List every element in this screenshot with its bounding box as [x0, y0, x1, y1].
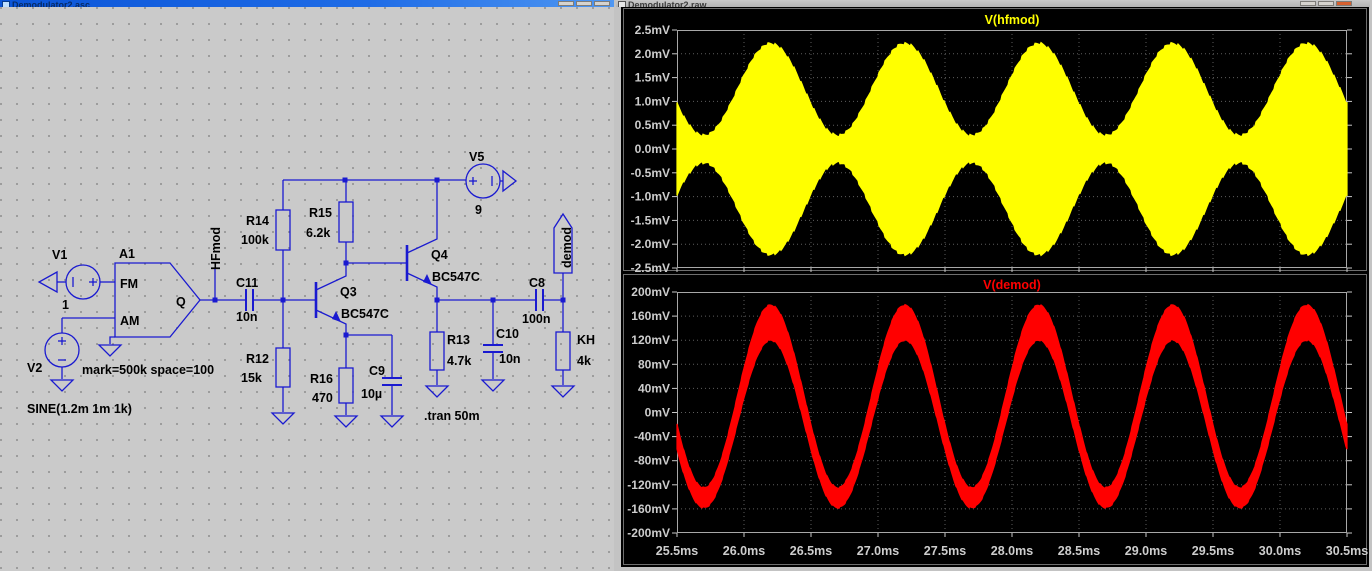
label-r15-value[interactable]: 6.2k: [306, 226, 330, 240]
label-r12-ref[interactable]: R12: [246, 352, 269, 366]
label-tran-directive[interactable]: .tran 50m: [424, 409, 480, 423]
label-r13-value[interactable]: 4.7k: [447, 354, 471, 368]
schematic-canvas[interactable]: V1 1 A1 FM AM Q mark=500k space=100 V2 S…: [0, 7, 614, 571]
y-tick-label: 160mV: [631, 309, 670, 323]
pane-title: V(hfmod): [985, 13, 1040, 27]
y-tick-label: -0.5mV: [631, 166, 670, 180]
y-tick-label: 200mV: [631, 285, 670, 299]
y-tick-label: -40mV: [634, 430, 670, 444]
label-r16-value[interactable]: 470: [312, 391, 333, 405]
label-a1-pin-q: Q: [176, 295, 186, 309]
y-tick-label: 0mV: [645, 406, 670, 420]
x-tick-label: 28.5ms: [1058, 544, 1100, 558]
close-button[interactable]: [594, 1, 610, 6]
schematic-titlebar[interactable]: Demodulator2.asc: [0, 0, 614, 7]
label-v2-ref[interactable]: V2: [27, 361, 42, 375]
y-tick-label: 80mV: [638, 357, 670, 371]
label-r12-value[interactable]: 15k: [241, 371, 262, 385]
label-a1-pin-am: AM: [120, 314, 139, 328]
label-c8-ref[interactable]: C8: [529, 276, 545, 290]
label-q3-ref[interactable]: Q3: [340, 285, 357, 299]
label-kh-ref[interactable]: KH: [577, 333, 595, 347]
label-q4-ref[interactable]: Q4: [431, 248, 448, 262]
label-c8-value[interactable]: 100n: [522, 312, 551, 326]
y-tick-label: -200mV: [627, 526, 670, 540]
x-tick-label: 26.0ms: [723, 544, 765, 558]
waveform-window: Demodulator2.raw 2.5mV 2.0mV 1.5mV 1.0mV 0.5…: [614, 0, 1372, 571]
label-c10-value[interactable]: 10n: [499, 352, 521, 366]
schematic-drawing: V1 1 A1 FM AM Q mark=500k space=100 V2 S…: [0, 7, 614, 571]
label-r15-ref[interactable]: R15: [309, 206, 332, 220]
label-kh-value[interactable]: 4k: [577, 354, 591, 368]
close-button[interactable]: [1336, 1, 1352, 6]
net-label-demod[interactable]: demod: [560, 227, 574, 268]
y-tick-label: -120mV: [627, 478, 670, 492]
pane-title: V(demod): [983, 278, 1041, 292]
label-c11-value[interactable]: 10n: [236, 310, 258, 324]
y-tick-label: 120mV: [631, 333, 670, 347]
x-tick-label: 29.0ms: [1125, 544, 1167, 558]
x-tick-label: 27.0ms: [857, 544, 899, 558]
minimize-button[interactable]: [1300, 1, 1316, 6]
y-tick-label: 0.0mV: [635, 142, 670, 156]
label-a1-param[interactable]: mark=500k space=100: [82, 363, 214, 377]
trace-vdemod: [677, 305, 1347, 509]
y-tick-label: -80mV: [634, 454, 670, 468]
y-tick-label: 40mV: [638, 381, 670, 395]
y-tick-label: 2.0mV: [635, 47, 670, 61]
waveform-titlebar[interactable]: Demodulator2.raw: [616, 0, 1370, 7]
schematic-window: Demodulator2.asc V1 1 A1 FM AM Q mark=50…: [0, 0, 614, 571]
maximize-button[interactable]: [576, 1, 592, 6]
waveform-client-area: 2.5mV 2.0mV 1.5mV 1.0mV 0.5mV 0.0mV -0.5mV -1.0…: [621, 7, 1369, 567]
label-v5-ref[interactable]: V5: [469, 150, 484, 164]
label-a1-ref[interactable]: A1: [119, 247, 135, 261]
y-tick-label: 2.5mV: [635, 23, 670, 37]
x-tick-label: 30.0ms: [1259, 544, 1301, 558]
label-v5-value[interactable]: 9: [475, 203, 482, 217]
ltspice-desktop: Demodulator2.asc V1 1 A1 FM AM Q mark=50…: [0, 0, 1372, 571]
x-tick-label: 26.5ms: [790, 544, 832, 558]
label-v2-value[interactable]: SINE(1.2m 1m 1k): [27, 402, 132, 416]
y-tick-label: -1.5mV: [631, 213, 670, 227]
y-tick-label: -160mV: [627, 502, 670, 516]
plot-pane-vdemod[interactable]: 200mV 160mV 120mV 80mV 40mV 0mV -40mV -80mV -120…: [621, 273, 1369, 567]
net-label-hfmod[interactable]: HFmod: [209, 227, 223, 270]
label-v1-ref[interactable]: V1: [52, 248, 67, 262]
y-tick-label: -2.5mV: [631, 261, 670, 273]
plot-pane-vhfmod[interactable]: 2.5mV 2.0mV 1.5mV 1.0mV 0.5mV 0.0mV -0.5mV -1.0…: [621, 7, 1369, 273]
label-r16-ref[interactable]: R16: [310, 372, 333, 386]
schematic-symbols[interactable]: [39, 164, 574, 427]
label-c9-ref[interactable]: C9: [369, 364, 385, 378]
y-tick-label: 0.5mV: [635, 118, 670, 132]
x-tick-label: 28.0ms: [991, 544, 1033, 558]
maximize-button[interactable]: [1318, 1, 1334, 6]
label-r13-ref[interactable]: R13: [447, 333, 470, 347]
x-tick-label: 29.5ms: [1192, 544, 1234, 558]
x-tick-label: 25.5ms: [656, 544, 698, 558]
x-tick-label: 30.5ms: [1326, 544, 1368, 558]
y-tick-label: -2.0mV: [631, 237, 670, 251]
label-q3-value[interactable]: BC547C: [341, 307, 389, 321]
label-c9-value[interactable]: 10µ: [361, 387, 382, 401]
label-r14-value[interactable]: 100k: [241, 233, 269, 247]
label-a1-pin-fm: FM: [120, 277, 138, 291]
label-v1-value[interactable]: 1: [62, 298, 69, 312]
label-r14-ref[interactable]: R14: [246, 214, 269, 228]
label-c11-ref[interactable]: C11: [236, 276, 258, 290]
label-c10-ref[interactable]: C10: [496, 327, 519, 341]
label-q4-value[interactable]: BC547C: [432, 270, 480, 284]
minimize-button[interactable]: [558, 1, 574, 6]
y-tick-label: 1.5mV: [635, 71, 670, 85]
y-tick-label: 1.0mV: [635, 94, 670, 108]
x-tick-label: 27.5ms: [924, 544, 966, 558]
y-tick-label: -1.0mV: [631, 190, 670, 204]
